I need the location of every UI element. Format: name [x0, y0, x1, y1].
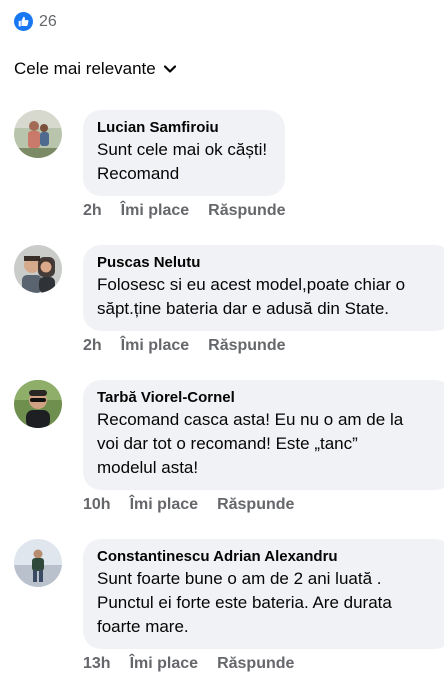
sort-dropdown[interactable]: Cele mai relevante	[14, 59, 176, 79]
comment-time[interactable]: 13h	[83, 655, 111, 673]
reply-button[interactable]: Răspunde	[208, 202, 285, 220]
reaction-count: 26	[39, 12, 57, 30]
like-button[interactable]: Îmi place	[121, 337, 189, 355]
reaction-summary[interactable]: 26	[14, 12, 57, 31]
like-button[interactable]: Îmi place	[130, 655, 198, 673]
comment-actions: 2h Îmi place Răspunde	[83, 202, 286, 220]
comment-text: Recomand casca asta! Eu nu o am de la vo…	[97, 410, 404, 477]
comment-text: Sunt cele mai ok căști! Recomand	[97, 140, 268, 183]
reply-button[interactable]: Răspunde	[208, 337, 285, 355]
reply-button[interactable]: Răspunde	[217, 496, 294, 514]
comment-author[interactable]: Puscas Nelutu	[97, 253, 439, 273]
avatar[interactable]	[14, 380, 62, 428]
comment-actions: 2h Îmi place Răspunde	[83, 337, 286, 355]
comment-author[interactable]: Lucian Samfiroiu	[97, 118, 271, 138]
comment-actions: 13h Îmi place Răspunde	[83, 655, 294, 673]
like-button[interactable]: Îmi place	[130, 496, 198, 514]
comment-bubble: Lucian Samfiroiu Sunt cele mai ok căști!…	[83, 110, 285, 196]
comment-actions: 10h Îmi place Răspunde	[83, 496, 294, 514]
comment-author[interactable]: Tarbă Viorel-Cornel	[97, 388, 439, 408]
comment-time[interactable]: 2h	[83, 337, 102, 355]
like-icon	[14, 12, 33, 31]
comment-time[interactable]: 2h	[83, 202, 102, 220]
comment-bubble: Constantinescu Adrian Alexandru Sunt foa…	[83, 539, 444, 649]
comment-bubble: Puscas Nelutu Folosesc si eu acest model…	[83, 245, 444, 331]
comment-bubble: Tarbă Viorel-Cornel Recomand casca asta!…	[83, 380, 444, 490]
avatar[interactable]	[14, 539, 62, 587]
comment-text: Folosesc si eu acest model,poate chiar o…	[97, 275, 406, 318]
avatar[interactable]	[14, 245, 62, 293]
chevron-down-icon	[163, 65, 176, 73]
comment-text: Sunt foarte bune o am de 2 ani luată . P…	[97, 569, 392, 636]
reply-button[interactable]: Răspunde	[217, 655, 294, 673]
like-button[interactable]: Îmi place	[121, 202, 189, 220]
avatar[interactable]	[14, 110, 62, 158]
comment-author[interactable]: Constantinescu Adrian Alexandru	[97, 547, 439, 567]
comment-time[interactable]: 10h	[83, 496, 111, 514]
sort-label: Cele mai relevante	[14, 59, 156, 78]
